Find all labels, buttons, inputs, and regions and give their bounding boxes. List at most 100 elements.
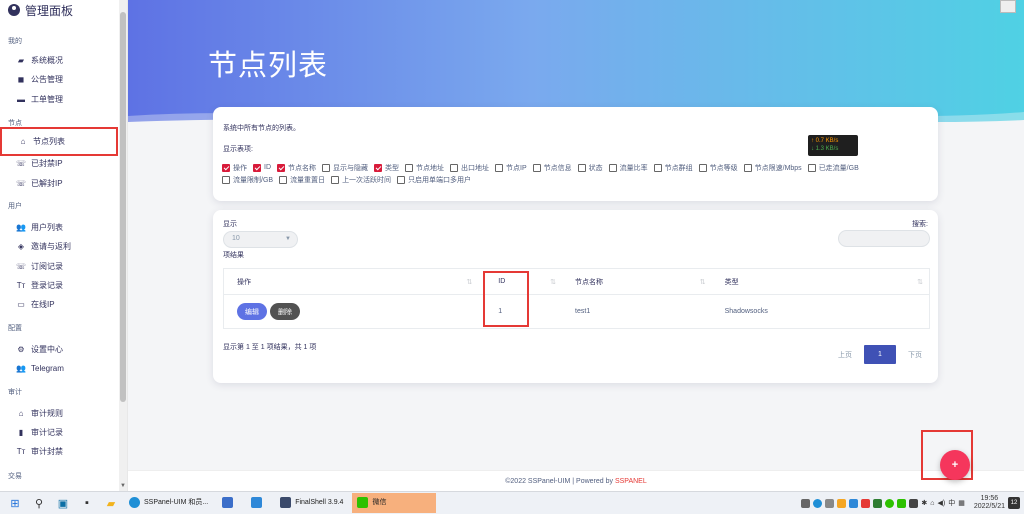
page-length-select[interactable]: 10 ▼ [223, 231, 298, 248]
ime-indicator[interactable]: 中 [948, 498, 955, 508]
next-page-button[interactable]: 下页 [902, 350, 928, 360]
tray-icon[interactable] [813, 498, 823, 508]
sidebar-item-banned-ip[interactable]: ☏ 已封禁IP [16, 156, 116, 171]
sort-icon: ⇅ [466, 279, 473, 286]
column-toggle[interactable]: 状态 [577, 163, 603, 172]
tray-icon[interactable] [825, 498, 835, 508]
sidebar-item-login-records[interactable]: Tт 登录记录 [16, 278, 116, 293]
column-toggle[interactable]: 出口地址 [450, 163, 489, 172]
checkbox[interactable] [397, 175, 406, 184]
checkbox[interactable] [322, 163, 330, 172]
tray-icon[interactable] [897, 498, 907, 508]
footer-brand-link[interactable]: SSPANEL [615, 478, 647, 485]
sidebar-item-node-list[interactable]: ⌂ 节点列表 [0, 127, 118, 156]
windows-start-icon[interactable]: ⊞ [6, 495, 24, 511]
clock[interactable]: 19:56 2022/5/21 [974, 495, 1005, 511]
file-explorer-icon[interactable]: ▰ [102, 495, 120, 511]
column-toggle[interactable]: 类型 [374, 163, 399, 172]
checkbox[interactable] [222, 163, 230, 172]
column-toggle[interactable]: 节点限速/Mbps [743, 163, 802, 172]
scroll-down-icon[interactable]: ▼ [120, 483, 126, 489]
tray-icon[interactable] [885, 498, 895, 508]
search-icon[interactable]: ⚲ [30, 495, 48, 511]
search-input[interactable] [838, 230, 930, 247]
checkbox[interactable] [450, 163, 458, 172]
sidebar-item-unbanned-ip[interactable]: ☏ 已解封IP [16, 176, 116, 191]
column-toggle[interactable]: 节点信息 [532, 163, 572, 172]
column-toggle-label: 显示与隐藏 [333, 164, 368, 172]
column-header-actions[interactable]: 操作 ⇅ [224, 269, 478, 294]
column-toggle[interactable]: 节点地址 [405, 163, 444, 172]
column-header-type[interactable]: 类型 ⇅ [712, 269, 929, 294]
sidebar-item-telegram[interactable]: 👥 Telegram [16, 361, 116, 376]
edit-button[interactable]: 编辑 [237, 303, 267, 320]
sidebar-item-announcements[interactable]: ◼ 公告管理 [16, 72, 116, 87]
column-toggle[interactable]: 节点等级 [698, 163, 738, 172]
column-toggle[interactable]: 只启用单端口多用户 [397, 175, 471, 184]
checkbox[interactable] [577, 163, 586, 172]
sidebar-item-subscriptions[interactable]: ☏ 订阅记录 [16, 259, 116, 274]
widgets-icon[interactable]: ▪ [78, 495, 96, 511]
column-toggle[interactable]: 流量限制/GB [222, 175, 273, 184]
tray-icon[interactable] [801, 498, 811, 508]
column-toggle[interactable]: 操作 [222, 163, 247, 172]
checkbox[interactable] [698, 163, 707, 172]
sidebar-item-user-list[interactable]: 👥 用户列表 [16, 220, 116, 235]
taskbar-app-wechat[interactable]: 微信 [352, 493, 437, 513]
checkbox[interactable] [608, 163, 617, 172]
sidebar-item-online-ip[interactable]: ▭ 在线IP [16, 297, 116, 312]
taskbar-app-store[interactable] [217, 493, 242, 513]
scrollbar-thumb[interactable] [120, 12, 126, 402]
prev-page-button[interactable]: 上页 [832, 350, 858, 360]
column-toggle[interactable]: 节点群组 [653, 163, 693, 172]
sidebar-item-settings[interactable]: ⚙ 设置中心 [16, 342, 116, 357]
checkbox[interactable] [222, 175, 230, 184]
column-toggle[interactable]: 显示与隐藏 [322, 163, 368, 172]
keyboard-icon[interactable]: ▦ [958, 499, 965, 507]
sidebar-scrollbar[interactable]: ▼ [119, 0, 127, 491]
notification-badge[interactable]: 12 [1008, 497, 1020, 509]
task-view-icon[interactable]: ▣ [54, 495, 72, 511]
column-toggle[interactable]: 已走流量/GB [807, 163, 859, 172]
sidebar-item-tickets[interactable]: ▬ 工单管理 [16, 92, 116, 107]
tray-icon[interactable] [873, 498, 883, 508]
column-toggle[interactable]: 上一次活跃时间 [331, 175, 391, 184]
tray-icon[interactable] [861, 498, 871, 508]
checkbox[interactable] [331, 175, 340, 184]
taskbar-app-finalshell[interactable]: FinalShell 3.9.4 [275, 493, 348, 513]
column-toggle[interactable]: 流量重置日 [279, 175, 325, 184]
column-toggle[interactable]: 流量比率 [608, 163, 648, 172]
checkbox[interactable] [653, 163, 662, 172]
page-button-current[interactable]: 1 [864, 345, 896, 364]
checkbox[interactable] [495, 163, 503, 172]
sidebar-item-invite[interactable]: ◈ 邀请与返利 [16, 239, 116, 254]
column-toggle[interactable]: 节点IP [495, 163, 527, 172]
column-toggle[interactable]: 节点名称 [277, 163, 316, 172]
checkbox[interactable] [374, 163, 382, 172]
checkbox[interactable] [253, 163, 261, 172]
checkbox[interactable] [532, 163, 541, 172]
volume-icon[interactable]: ◀) [938, 499, 946, 507]
taskbar-app-bird[interactable] [246, 493, 271, 513]
checkbox[interactable] [279, 175, 288, 184]
add-node-button[interactable]: + [940, 450, 970, 480]
checkbox[interactable] [277, 163, 285, 172]
sidebar-item-audit-bans[interactable]: Tт 审计封禁 [16, 444, 116, 459]
delete-button[interactable]: 删除 [270, 303, 300, 320]
column-header-name[interactable]: 节点名称 ⇅ [562, 269, 712, 294]
monitor-icon: ▭ [17, 300, 25, 309]
taskbar-app-browser[interactable]: SSPanel-UIM 和员... [124, 493, 213, 513]
tray-icon[interactable] [837, 498, 847, 508]
tray-icon[interactable] [849, 498, 859, 508]
sidebar-item-audit-rules[interactable]: ⌂ 审计规则 [16, 406, 116, 421]
sidebar-brand[interactable]: 管理面板 [8, 2, 73, 18]
checkbox[interactable] [807, 163, 816, 172]
tray-icon[interactable] [909, 498, 919, 508]
checkbox[interactable] [743, 163, 752, 172]
bluetooth-icon[interactable]: ✱ [921, 499, 927, 507]
network-icon[interactable]: ⌂ [930, 500, 934, 507]
column-toggle[interactable]: ID [253, 163, 271, 172]
checkbox[interactable] [405, 163, 413, 172]
sidebar-item-audit-records[interactable]: ▮ 审计记录 [16, 425, 116, 440]
sidebar-item-overview[interactable]: ▰ 系统概况 [16, 53, 116, 68]
